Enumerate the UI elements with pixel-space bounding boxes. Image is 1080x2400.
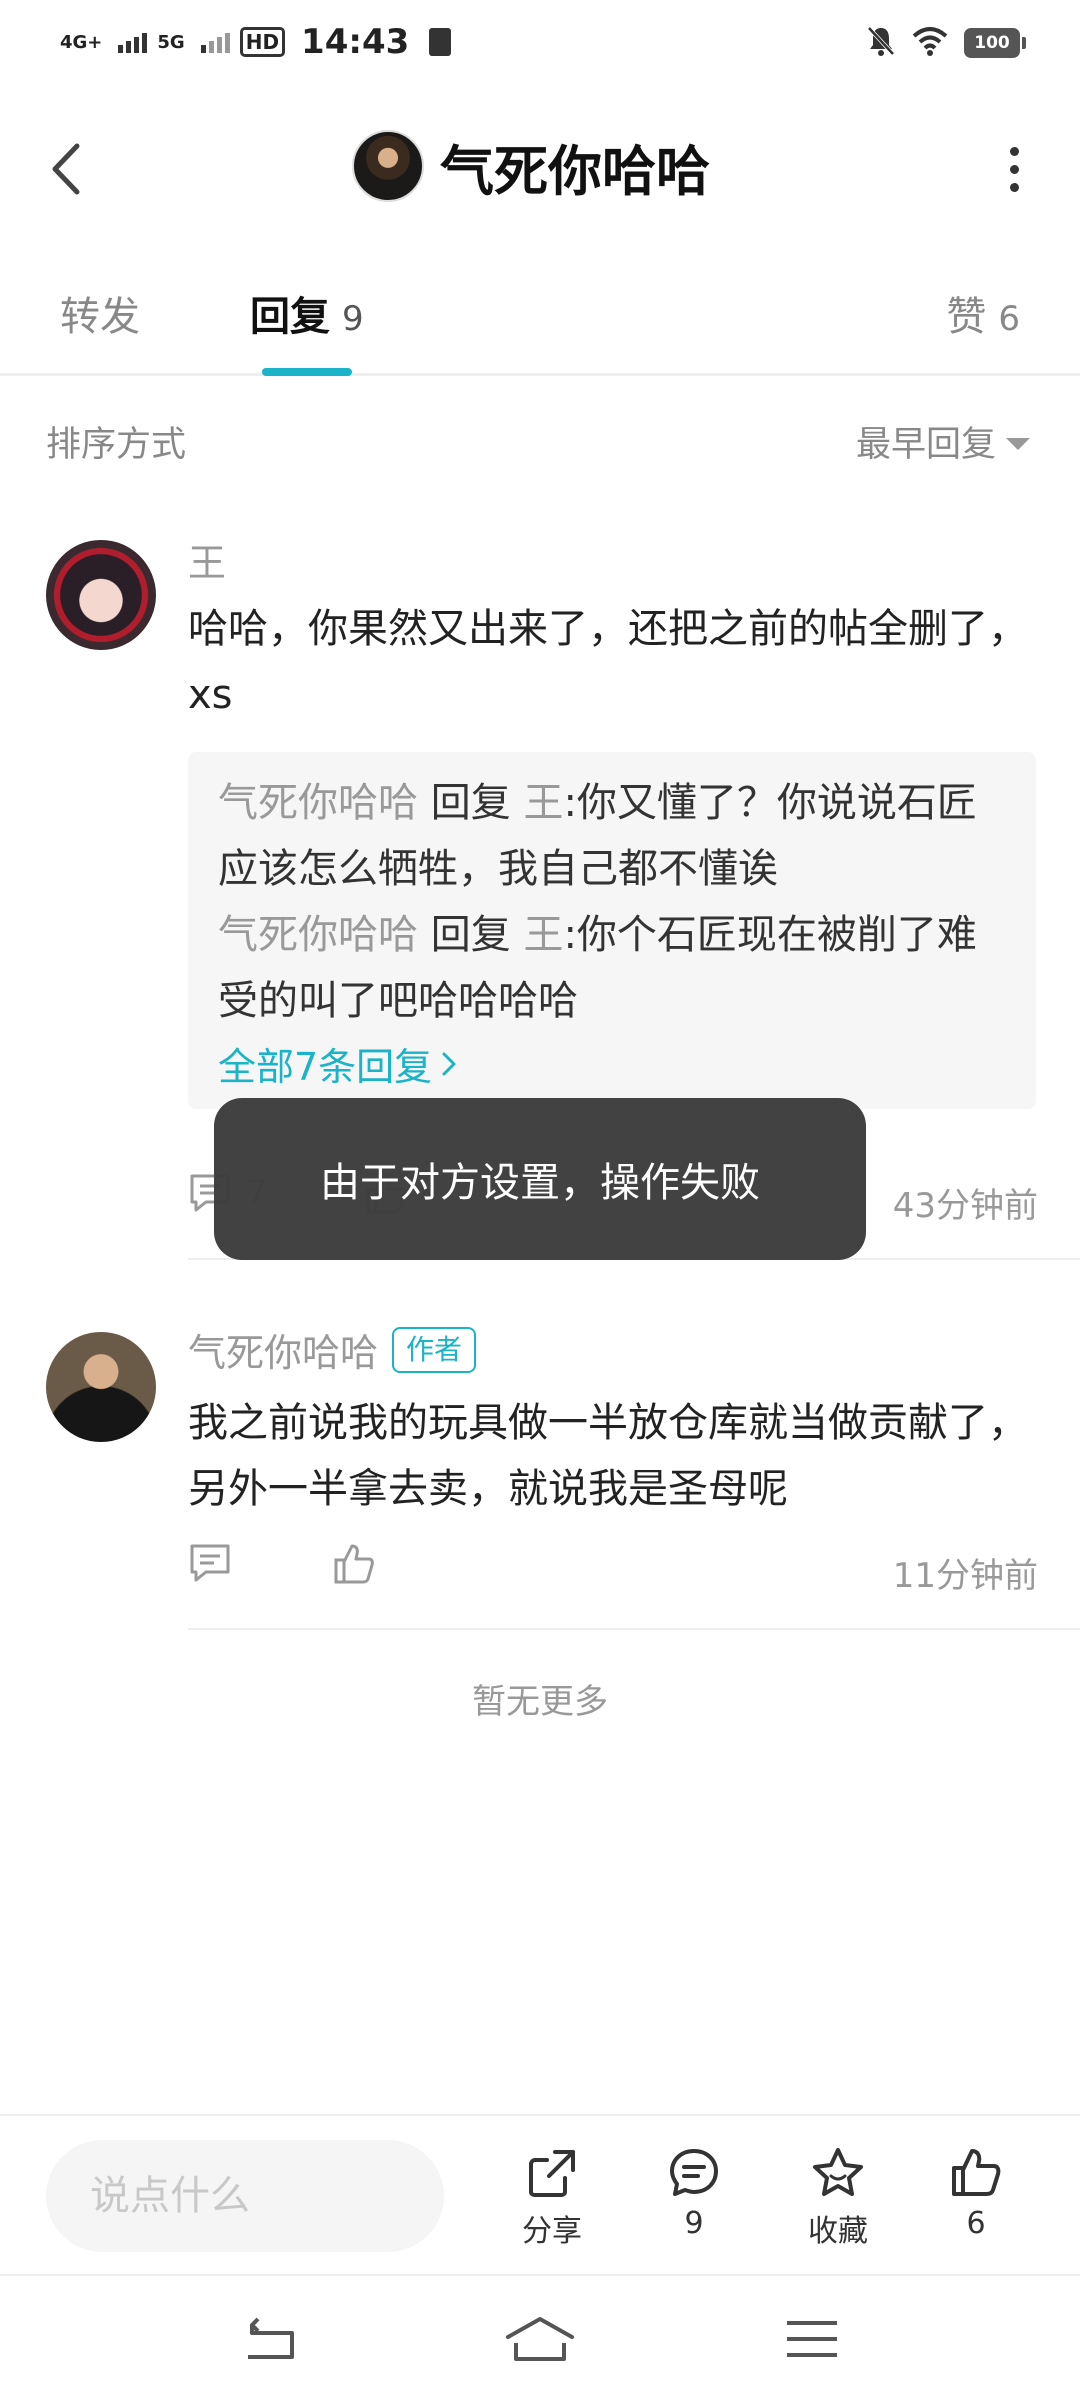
toast-text: 由于对方设置，操作失败 bbox=[320, 1160, 760, 1206]
sort-selected: 最早回复 bbox=[855, 425, 996, 465]
dot-icon bbox=[1009, 146, 1019, 156]
hd-voice-icon: HD bbox=[239, 27, 286, 57]
thumbs-up-icon bbox=[952, 2149, 1001, 2196]
nav-home-button[interactable] bbox=[500, 2304, 580, 2374]
system-nav-bar bbox=[0, 2274, 1080, 2400]
clipboard-icon bbox=[429, 28, 452, 56]
dot-icon bbox=[1009, 182, 1019, 192]
sort-label: 排序方式 bbox=[46, 425, 187, 465]
sort-dropdown[interactable]: 最早回复 bbox=[856, 416, 1030, 467]
title-wrap[interactable]: 气死你哈哈 bbox=[352, 128, 710, 204]
comment-time: 11分钟前 bbox=[892, 1556, 1038, 1596]
favorite-button[interactable]: 收藏 bbox=[788, 2146, 888, 2250]
reply-button[interactable] bbox=[188, 1542, 232, 1584]
tab-label: 回复 bbox=[250, 294, 330, 340]
home-icon bbox=[506, 2317, 574, 2361]
chevron-left-icon bbox=[52, 143, 80, 195]
back-button[interactable] bbox=[36, 134, 96, 204]
reply-to[interactable]: 王 bbox=[523, 912, 563, 958]
avatar[interactable] bbox=[46, 540, 156, 650]
tab-like[interactable]: 赞 6 bbox=[946, 284, 1020, 342]
comment-icon bbox=[190, 1544, 230, 1582]
battery-icon: 100 bbox=[964, 28, 1026, 58]
menu-icon bbox=[787, 2321, 837, 2357]
nav-back-button[interactable] bbox=[230, 2304, 310, 2374]
reply-from[interactable]: 气死你哈哈 bbox=[218, 912, 418, 958]
share-icon bbox=[529, 2150, 575, 2197]
active-tab-indicator bbox=[262, 368, 352, 376]
comment-text[interactable]: 哈哈，你果然又出来了，还把之前的帖全删了，xs bbox=[188, 596, 1038, 728]
star-icon bbox=[813, 2148, 863, 2196]
more-options-button[interactable] bbox=[984, 134, 1044, 204]
username-text: 气死你哈哈 bbox=[188, 1331, 379, 1375]
reply-to[interactable]: 王 bbox=[523, 780, 563, 826]
toast-message: 由于对方设置，操作失败 bbox=[214, 1098, 866, 1260]
comment-bubble-icon bbox=[670, 2149, 718, 2196]
avatar[interactable] bbox=[352, 130, 424, 202]
share-label: 分享 bbox=[522, 2214, 582, 2249]
network-5g-indicator: 5G bbox=[157, 31, 185, 53]
thumbs-up-icon bbox=[334, 1544, 374, 1584]
comments-button[interactable]: 9 bbox=[644, 2146, 744, 2241]
chevron-right-icon bbox=[442, 1052, 456, 1075]
reply-sep: : bbox=[563, 912, 577, 958]
author-badge: 作者 bbox=[392, 1326, 477, 1373]
comment-username[interactable]: 气死你哈哈 作者 bbox=[188, 1322, 477, 1377]
tab-count: 9 bbox=[342, 299, 364, 339]
clock: 14:43 bbox=[301, 22, 410, 62]
favorite-label: 收藏 bbox=[808, 2214, 868, 2249]
view-all-replies-link[interactable]: 全部7条回复 bbox=[218, 1036, 1006, 1091]
reply-from[interactable]: 气死你哈哈 bbox=[218, 780, 418, 826]
network-4g-indicator: 4G+ bbox=[60, 31, 103, 53]
page-title: 气死你哈哈 bbox=[440, 139, 710, 203]
comment-username[interactable]: 王 bbox=[188, 532, 226, 587]
status-bar: 4G+ 5G HD 14:43 100 bbox=[0, 0, 1080, 84]
avatar[interactable] bbox=[46, 1332, 156, 1442]
mute-bell-icon bbox=[866, 25, 896, 61]
reply-preview-box[interactable]: 气死你哈哈 回复 王:你又懂了？你说说石匠应该怎么牺牲，我自己都不懂诶 气死你哈… bbox=[188, 752, 1036, 1109]
wifi-icon bbox=[912, 26, 948, 60]
tab-count: 6 bbox=[998, 299, 1020, 339]
tab-label: 赞 bbox=[946, 294, 987, 340]
reply-line: 气死你哈哈 回复 王:你又懂了？你说说石匠应该怎么牺牲，我自己都不懂诶 bbox=[218, 770, 1006, 902]
signal-icon bbox=[118, 31, 148, 53]
comment-actions: 11分钟前 bbox=[188, 1542, 1038, 1602]
header: 气死你哈哈 bbox=[0, 84, 1080, 254]
bottom-action-bar: 分享 9 收藏 6 bbox=[0, 2114, 1080, 2274]
dot-icon bbox=[1009, 164, 1019, 174]
username-text: 王 bbox=[188, 541, 227, 585]
like-post-button[interactable]: 6 bbox=[926, 2146, 1026, 2241]
comment-input[interactable] bbox=[46, 2140, 444, 2252]
view-all-label: 全部7条回复 bbox=[218, 1045, 433, 1089]
tab-bar: 转发 回复 9 赞 6 bbox=[0, 254, 1080, 376]
like-count: 6 bbox=[966, 2206, 986, 2241]
reply-line: 气死你哈哈 回复 王:你个石匠现在被削了难受的叫了吧哈哈哈哈 bbox=[218, 902, 1006, 1034]
no-more-text: 暂无更多 bbox=[472, 1682, 608, 1722]
tab-reply[interactable]: 回复 9 bbox=[250, 284, 364, 342]
comment-text[interactable]: 我之前说我的玩具做一半放仓库就当做贡献了，另外一半拿去卖，就说我是圣母呢 bbox=[188, 1390, 1038, 1522]
share-button[interactable]: 分享 bbox=[502, 2146, 602, 2250]
sort-row: 排序方式 最早回复 bbox=[0, 400, 1080, 480]
comment-time: 43分钟前 bbox=[892, 1186, 1038, 1226]
like-button[interactable] bbox=[332, 1542, 376, 1586]
reply-verb: 回复 bbox=[430, 780, 511, 826]
comment-count: 9 bbox=[684, 2206, 704, 2241]
signal-icon bbox=[200, 31, 230, 53]
tab-forward[interactable]: 转发 bbox=[60, 284, 140, 342]
caret-down-icon bbox=[1006, 437, 1030, 450]
nav-recents-button[interactable] bbox=[772, 2304, 852, 2374]
divider bbox=[188, 1628, 1080, 1630]
reply-verb: 回复 bbox=[430, 912, 511, 958]
reply-sep: : bbox=[563, 780, 577, 826]
back-arrow-icon bbox=[248, 2317, 294, 2359]
tab-label: 转发 bbox=[60, 294, 140, 340]
